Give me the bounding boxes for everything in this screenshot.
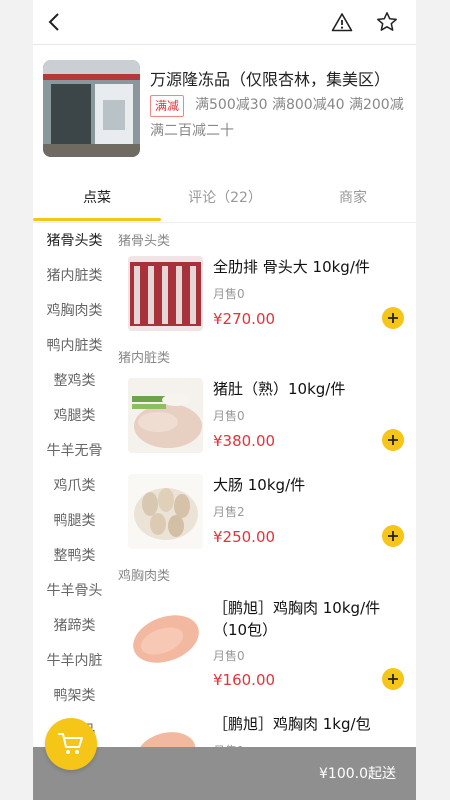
product-name: 全肋排 骨头大 10kg/件 (213, 258, 370, 276)
cart-icon (58, 733, 83, 754)
store-photo (43, 60, 140, 157)
star-icon[interactable] (374, 9, 400, 35)
category-item[interactable]: 鸡腿类 (33, 399, 116, 434)
category-item[interactable]: 鸭内脏类 (33, 329, 116, 364)
category-item[interactable]: 整鸭类 (33, 539, 116, 574)
tab-active-indicator (33, 218, 161, 221)
cart-button[interactable] (45, 718, 97, 770)
category-item[interactable]: 鸡胸肉类 (33, 294, 116, 329)
category-item[interactable]: 鸭腿类 (33, 504, 116, 539)
back-arrow-icon[interactable] (41, 9, 67, 35)
monthly-sales: 月售0 (213, 287, 245, 301)
category-item[interactable]: 鸡爪类 (33, 469, 116, 504)
add-to-cart-button[interactable] (382, 429, 404, 451)
product-price: ¥270.00 (213, 310, 276, 328)
tab-order[interactable]: 点菜 (33, 180, 161, 216)
product-price: ¥380.00 (213, 432, 276, 450)
section-title: 鸡胸肉类 (118, 569, 171, 584)
minimum-order-text: ¥100.0起送 (319, 766, 396, 782)
product-price: ¥250.00 (213, 528, 276, 546)
product-image (128, 378, 203, 453)
promo-text: 满500减30 满800减40 满200减 (195, 97, 404, 113)
section-title: 猪内脏类 (118, 351, 171, 366)
product-name: 猪肚（熟）10kg/件 (213, 380, 346, 398)
product-item[interactable]: 大肠 10kg/件 月售2 ¥250.00 (128, 474, 408, 552)
store-name: 万源隆冻品（仅限杏林，集美区） (150, 70, 391, 89)
category-item[interactable]: 猪蹄类 (33, 609, 116, 644)
category-item[interactable]: 牛羊骨头 (33, 574, 116, 609)
store-page: 万源隆冻品（仅限杏林，集美区） 满减 满500减30 满800减40 满200减… (33, 0, 416, 800)
top-bar (33, 0, 416, 45)
tab-merchant[interactable]: 商家 (289, 180, 416, 216)
category-item[interactable]: 牛羊无骨 (33, 434, 116, 469)
product-item[interactable]: ［鹏旭］鸡胸肉 10kg/件（10包） 月售0 ¥160.00 (128, 597, 408, 697)
category-item[interactable]: 猪内脏类 (33, 259, 116, 294)
monthly-sales: 月售2 (213, 505, 245, 519)
product-item[interactable]: 全肋排 骨头大 10kg/件 月售0 ¥270.00 (128, 256, 408, 334)
product-price: ¥160.00 (213, 671, 276, 689)
product-name: ［鹏旭］鸡胸肉 1kg/包 (213, 715, 371, 733)
category-item[interactable]: 鸭架类 (33, 679, 116, 714)
promo-badge: 满减 (150, 95, 185, 117)
product-name: 大肠 10kg/件 (213, 476, 306, 494)
product-image (128, 601, 203, 676)
warning-icon[interactable] (329, 9, 355, 35)
category-item[interactable]: 整鸡类 (33, 364, 116, 399)
monthly-sales: 月售0 (213, 409, 245, 423)
tab-reviews[interactable]: 评论（22） (161, 180, 289, 216)
monthly-sales: 月售0 (213, 649, 245, 663)
add-to-cart-button[interactable] (382, 307, 404, 329)
section-title: 猪骨头类 (118, 234, 171, 249)
promo-text-continued: 满二百减二十 (150, 123, 234, 139)
product-name: ［鹏旭］鸡胸肉 10kg/件（10包） (213, 599, 381, 639)
product-item[interactable]: 猪肚（熟）10kg/件 月售0 ¥380.00 (128, 378, 408, 456)
category-sidebar: 猪骨头类 猪内脏类 鸡胸肉类 鸭内脏类 整鸡类 鸡腿类 牛羊无骨 鸡爪类 鸭腿类… (33, 224, 116, 764)
tab-bar: 点菜 评论（22） 商家 (33, 180, 416, 223)
add-to-cart-button[interactable] (382, 525, 404, 547)
category-item[interactable]: 牛羊内脏 (33, 644, 116, 679)
product-image (128, 256, 203, 331)
category-item[interactable]: 猪骨头类 (33, 224, 116, 259)
add-to-cart-button[interactable] (382, 668, 404, 690)
product-image (128, 474, 203, 549)
